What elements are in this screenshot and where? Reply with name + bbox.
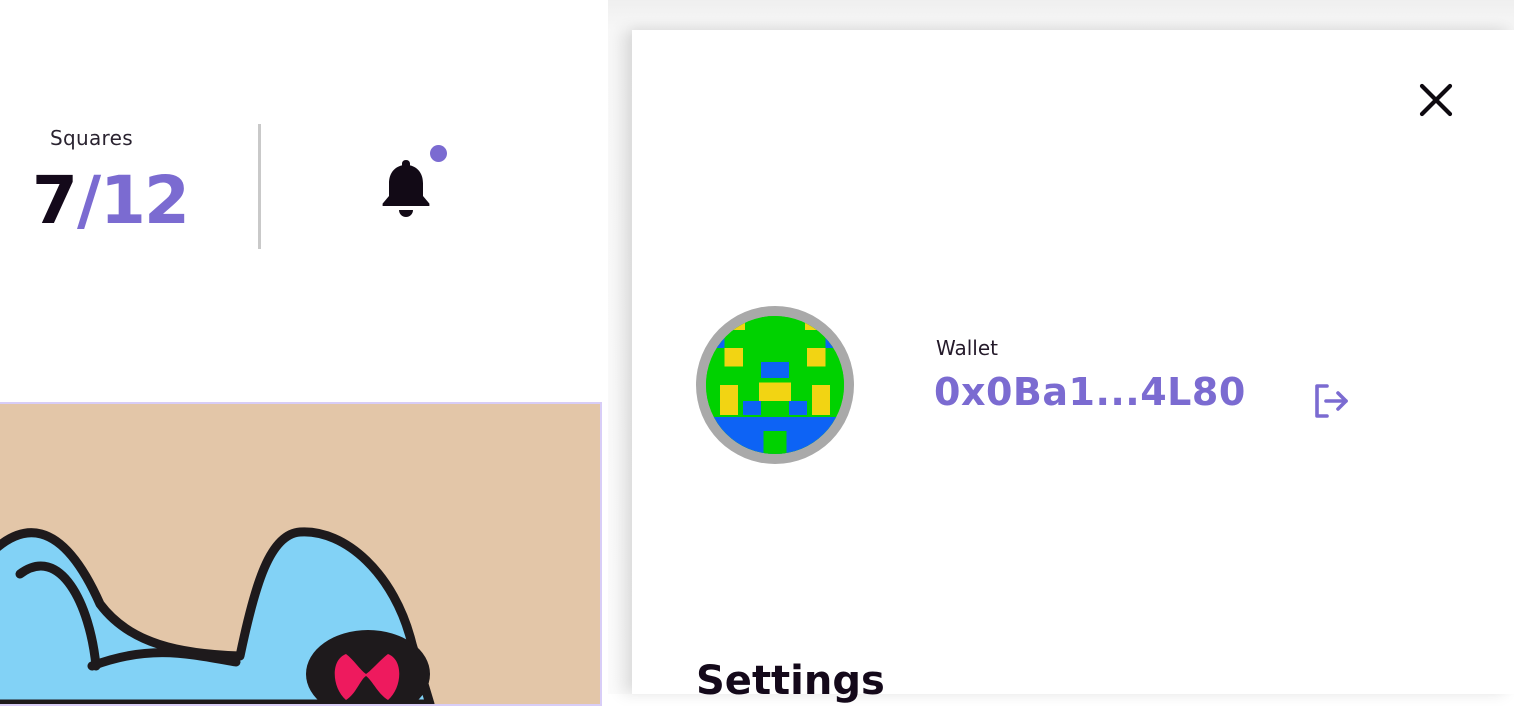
avatar-identicon xyxy=(706,316,844,454)
notifications-button[interactable] xyxy=(378,158,434,220)
identicon-pattern xyxy=(706,316,844,454)
close-drawer-button[interactable] xyxy=(1414,78,1458,122)
squares-count: 7/12 xyxy=(32,160,190,242)
squares-separator: / xyxy=(76,162,101,239)
artwork-illustration xyxy=(0,527,435,704)
logout-button[interactable] xyxy=(1312,382,1352,420)
account-drawer: Wallet 0x0Ba1...4L80 Settings xyxy=(632,30,1514,704)
wallet-label: Wallet xyxy=(936,336,999,360)
header-divider xyxy=(258,124,261,249)
settings-heading: Settings xyxy=(696,658,885,704)
wallet-avatar xyxy=(696,306,854,464)
squares-owned: 7 xyxy=(32,162,78,239)
squares-total: 12 xyxy=(100,162,190,239)
notification-badge xyxy=(430,145,447,162)
close-icon xyxy=(1419,83,1453,117)
wallet-address[interactable]: 0x0Ba1...4L80 xyxy=(934,370,1246,414)
bell-icon xyxy=(382,160,430,217)
nft-artwork[interactable] xyxy=(0,402,602,706)
logout-icon xyxy=(1315,384,1348,418)
squares-label: Squares xyxy=(50,126,133,150)
